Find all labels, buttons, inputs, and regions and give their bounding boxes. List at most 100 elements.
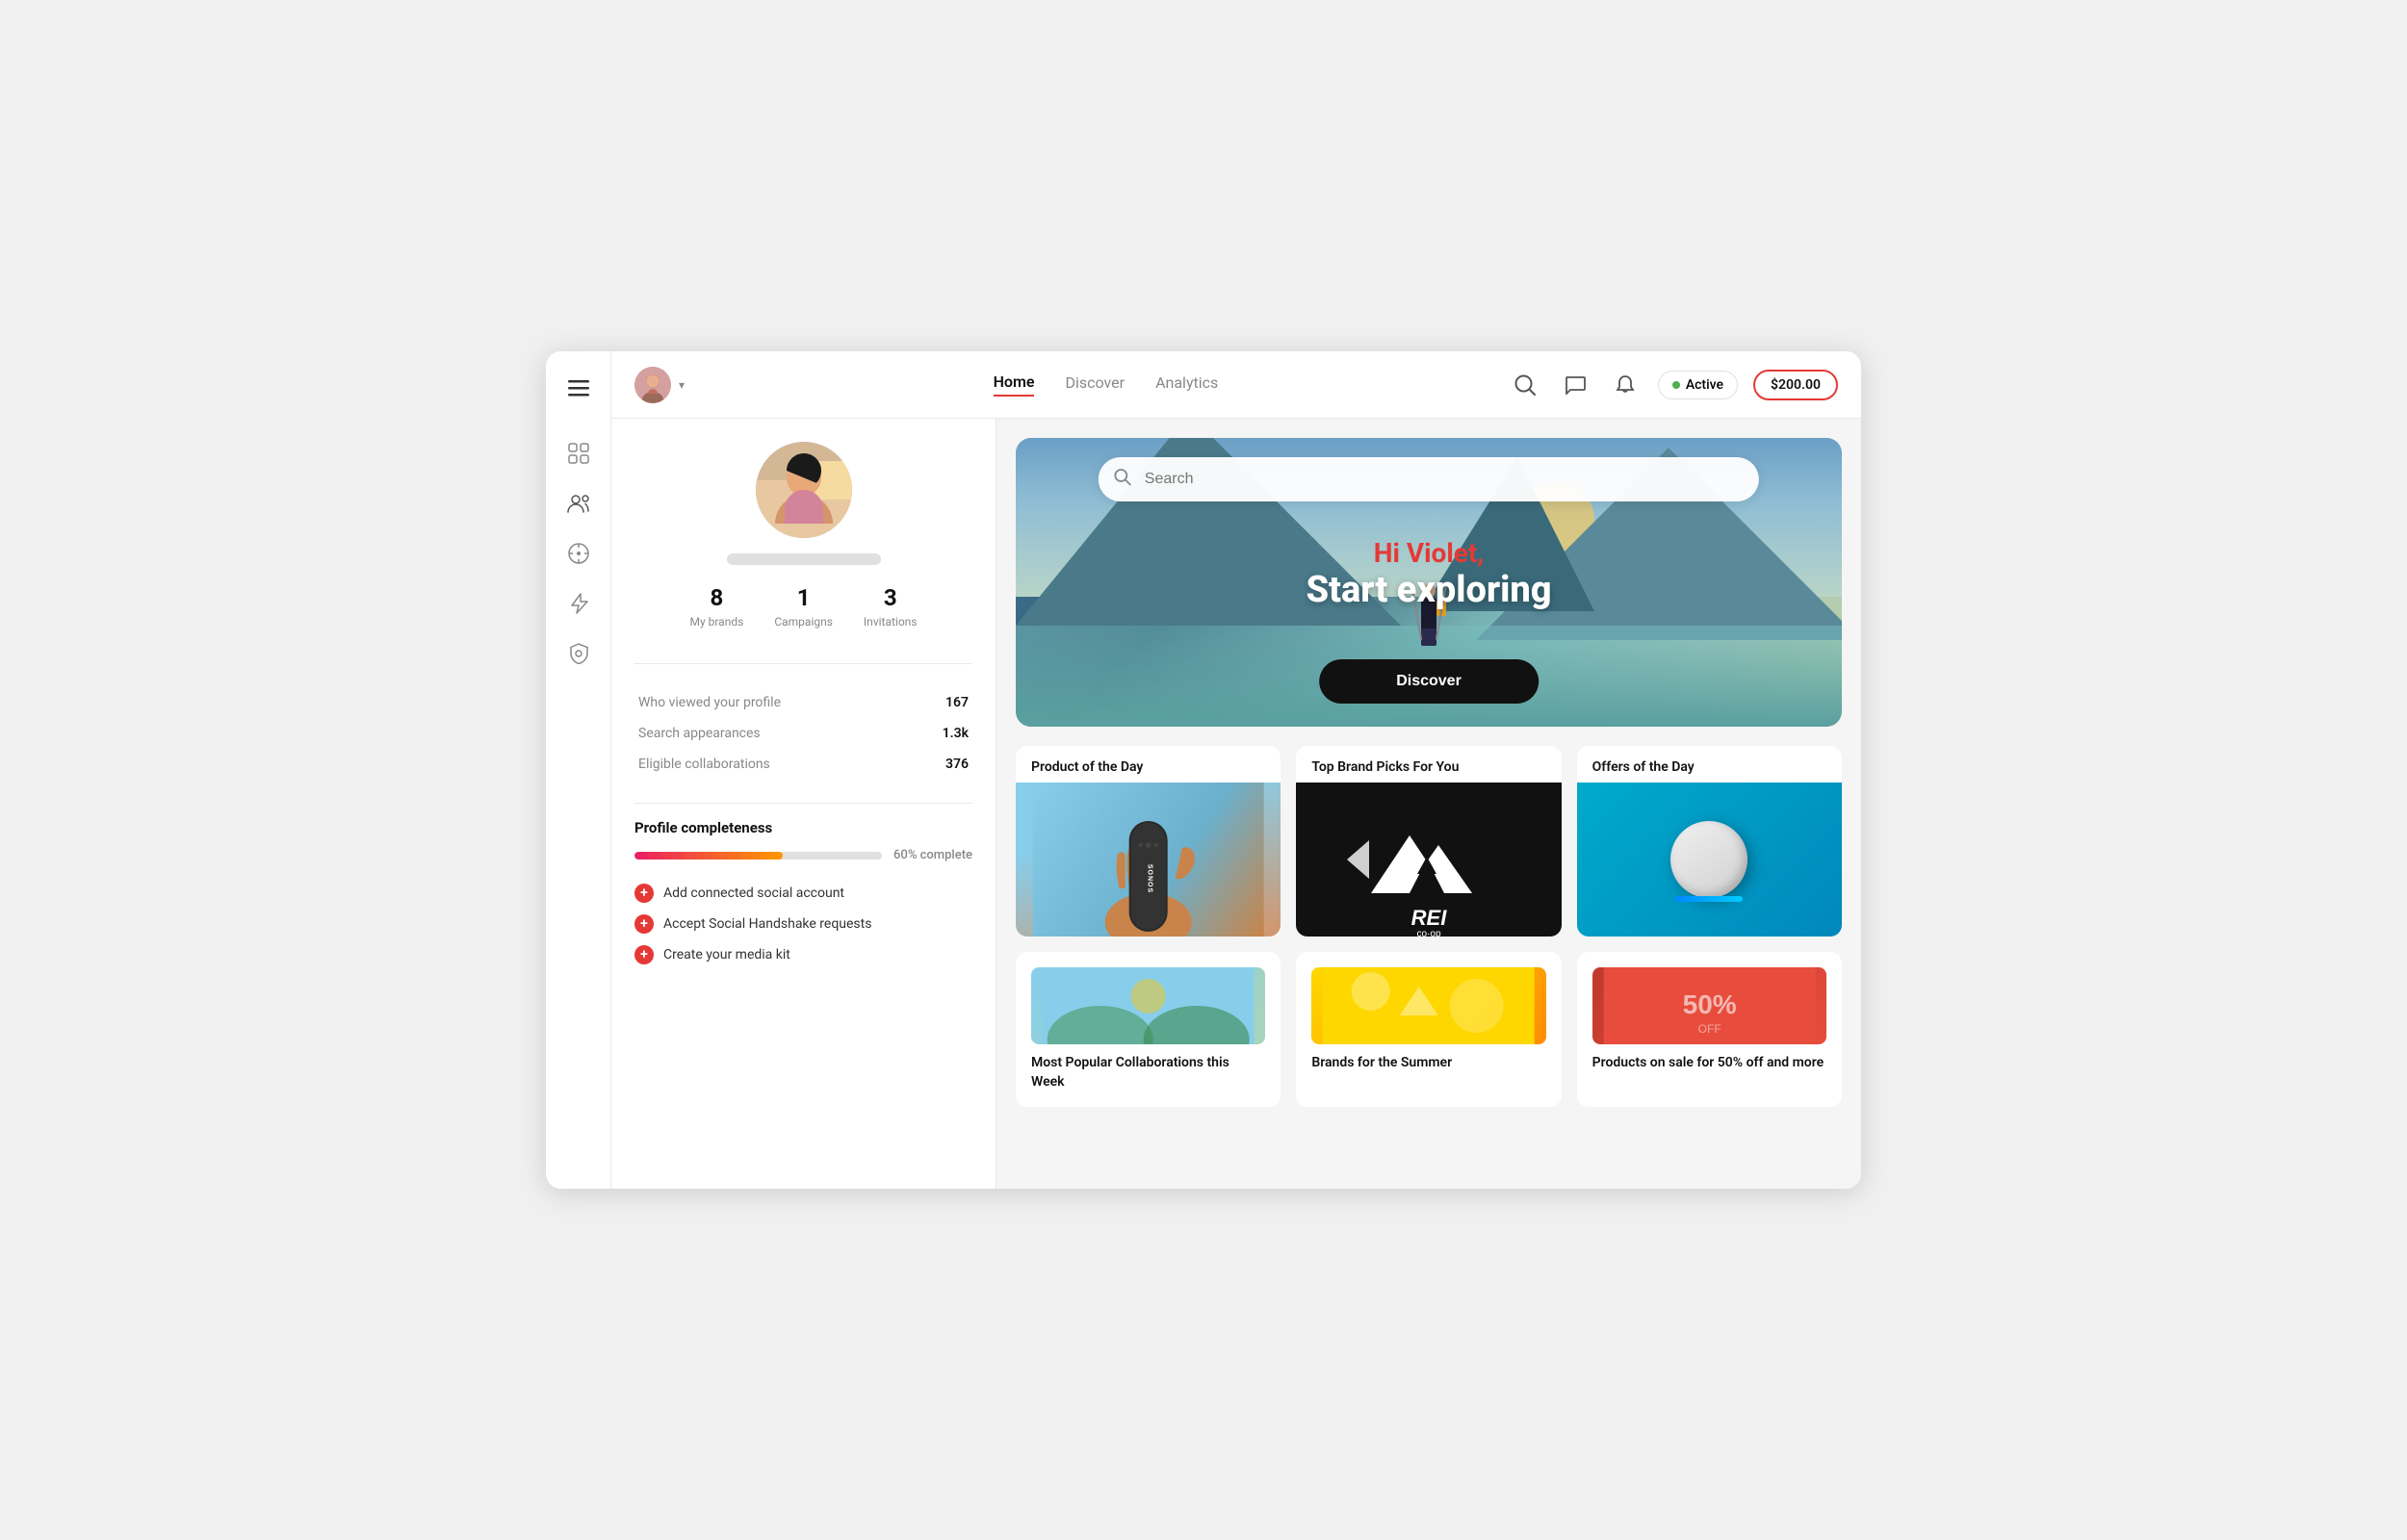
checklist-handshake[interactable]: + Accept Social Handshake requests xyxy=(634,909,972,939)
products-sale-card: 50% OFF Products on sale for 50% off and… xyxy=(1577,952,1842,1107)
product-of-day-card: Product of the Day xyxy=(1016,746,1281,937)
metric-profile-views: Who viewed your profile 167 xyxy=(634,687,972,718)
search-appearances-label: Search appearances xyxy=(638,726,761,741)
active-indicator xyxy=(1672,381,1680,389)
products-sale-thumbnail: 50% OFF xyxy=(1592,967,1826,1044)
collabs-thumbnail xyxy=(1031,967,1265,1044)
checklist-social-account[interactable]: + Add connected social account xyxy=(634,878,972,909)
hero-search-icon xyxy=(1114,469,1131,491)
my-brands-label: My brands xyxy=(689,615,743,629)
campaigns-number: 1 xyxy=(797,584,811,611)
compass-icon[interactable] xyxy=(557,532,600,575)
nav-analytics[interactable]: Analytics xyxy=(1155,373,1218,396)
profile-views-value: 167 xyxy=(945,695,969,710)
lightning-icon[interactable] xyxy=(557,582,600,625)
shield-icon[interactable] xyxy=(557,632,600,675)
progress-bar-container: 60% complete xyxy=(634,848,972,862)
grid-icon[interactable] xyxy=(557,432,600,475)
active-label: Active xyxy=(1686,377,1723,393)
notifications-button[interactable] xyxy=(1608,368,1643,402)
metric-eligible-collabs: Eligible collaborations 376 xyxy=(634,749,972,780)
accept-handshake-icon: + xyxy=(634,914,654,934)
hero-tagline: Start exploring xyxy=(1306,569,1551,611)
active-status-badge[interactable]: Active xyxy=(1658,371,1738,399)
main-navigation: Home Discover Analytics xyxy=(719,372,1492,397)
balance-amount: $200.00 xyxy=(1771,377,1821,393)
rei-image: REI co·op xyxy=(1296,783,1561,937)
progress-bar-fill xyxy=(634,852,783,860)
offers-day-title: Offers of the Day xyxy=(1577,746,1842,783)
messages-button[interactable] xyxy=(1558,368,1592,402)
brands-summer-card: Brands for the Summer xyxy=(1296,952,1561,1107)
brands-summer-title: Brands for the Summer xyxy=(1311,1054,1545,1073)
progress-percent-label: 60% complete xyxy=(893,848,972,862)
divider-1 xyxy=(634,663,972,664)
create-kit-icon: + xyxy=(634,945,654,964)
nav-discover[interactable]: Discover xyxy=(1065,373,1125,396)
svg-text:REI: REI xyxy=(1411,906,1448,930)
profile-completeness-section: Profile completeness 60% complete + Add … xyxy=(634,819,972,970)
bottom-cards-grid: Most Popular Collaborations this Week xyxy=(1016,952,1842,1107)
eligible-collabs-label: Eligible collaborations xyxy=(638,757,770,772)
hero-discover-button[interactable]: Discover xyxy=(1319,659,1539,704)
brand-picks-title: Top Brand Picks For You xyxy=(1296,746,1561,783)
search-button[interactable] xyxy=(1508,368,1542,402)
right-content: Hi Violet, Start exploring Discover Prod… xyxy=(996,419,1861,1189)
profile-dropdown[interactable]: ▾ xyxy=(634,367,685,403)
add-social-icon: + xyxy=(634,884,654,903)
hero-greeting: Hi Violet, xyxy=(1306,537,1551,569)
svg-text:co·op: co·op xyxy=(1416,929,1440,937)
popular-collabs-card: Most Popular Collaborations this Week xyxy=(1016,952,1281,1107)
people-icon[interactable] xyxy=(557,482,600,525)
echo-device xyxy=(1670,821,1747,898)
popular-collabs-title: Most Popular Collaborations this Week xyxy=(1031,1054,1265,1091)
echo-image xyxy=(1577,783,1842,937)
checklist-handshake-label: Accept Social Handshake requests xyxy=(663,916,871,932)
search-appearances-value: 1.3k xyxy=(943,726,969,741)
app-container: ▾ Home Discover Analytics xyxy=(546,351,1861,1189)
progress-bar-track xyxy=(634,852,882,860)
sonos-image: SONOS xyxy=(1016,783,1281,937)
stat-invitations: 3 Invitations xyxy=(864,584,918,629)
balance-button[interactable]: $200.00 xyxy=(1753,370,1838,400)
divider-2 xyxy=(634,803,972,804)
invitations-number: 3 xyxy=(884,584,897,611)
product-day-title: Product of the Day xyxy=(1016,746,1281,783)
sidebar xyxy=(546,351,611,1189)
svg-text:OFF: OFF xyxy=(1697,1022,1721,1036)
top-brand-picks-card: Top Brand Picks For You xyxy=(1296,746,1561,937)
chevron-down-icon: ▾ xyxy=(679,378,685,392)
hero-banner: Hi Violet, Start exploring Discover xyxy=(1016,438,1842,727)
completeness-title: Profile completeness xyxy=(634,819,972,836)
checklist-social-label: Add connected social account xyxy=(663,886,844,901)
checklist-kit-label: Create your media kit xyxy=(663,947,790,962)
page-content: 8 My brands 1 Campaigns 3 Invitations xyxy=(611,419,1861,1189)
hero-search-input[interactable] xyxy=(1099,457,1759,501)
profile-avatar xyxy=(756,442,852,538)
echo-ring xyxy=(1675,896,1743,902)
profile-name-placeholder xyxy=(727,553,881,565)
stat-campaigns: 1 Campaigns xyxy=(774,584,833,629)
hiker-legs xyxy=(1421,629,1436,646)
offers-of-day-card: Offers of the Day xyxy=(1577,746,1842,937)
profile-section: 8 My brands 1 Campaigns 3 Invitations xyxy=(634,442,972,648)
products-sale-title: Products on sale for 50% off and more xyxy=(1592,1054,1826,1073)
nav-home[interactable]: Home xyxy=(994,372,1035,397)
product-cards-grid: Product of the Day xyxy=(1016,746,1842,937)
invitations-label: Invitations xyxy=(864,615,918,629)
eligible-collabs-value: 376 xyxy=(945,757,969,772)
main-area: ▾ Home Discover Analytics xyxy=(611,351,1861,1189)
hero-search-container xyxy=(1099,457,1759,501)
brands-summer-thumbnail xyxy=(1311,967,1545,1044)
hero-text-block: Hi Violet, Start exploring xyxy=(1306,537,1551,611)
metric-search-appearances: Search appearances 1.3k xyxy=(634,718,972,749)
stat-my-brands: 8 My brands xyxy=(689,584,743,629)
avatar xyxy=(634,367,671,403)
campaigns-label: Campaigns xyxy=(774,615,833,629)
svg-text:50%: 50% xyxy=(1682,989,1736,1019)
top-navigation: ▾ Home Discover Analytics xyxy=(611,351,1861,419)
svg-text:SONOS: SONOS xyxy=(1147,864,1153,893)
stats-row: 8 My brands 1 Campaigns 3 Invitations xyxy=(689,584,917,629)
menu-icon[interactable] xyxy=(557,367,600,409)
checklist-media-kit[interactable]: + Create your media kit xyxy=(634,939,972,970)
